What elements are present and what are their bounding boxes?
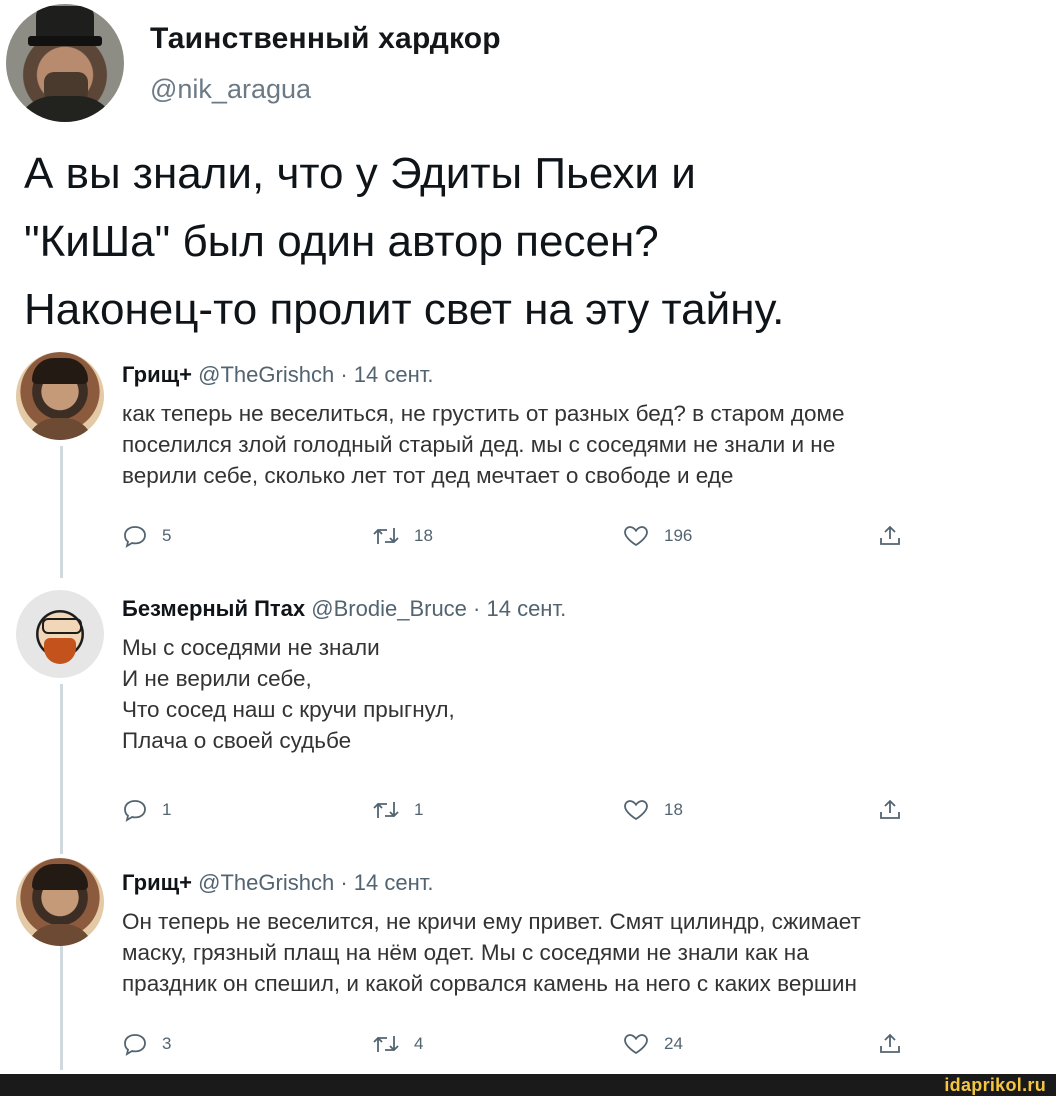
reply-actions: 5 18 196 <box>122 524 922 554</box>
reply-author-handle[interactable]: @Brodie_Bruce <box>311 596 467 621</box>
reply-count: 3 <box>162 1034 172 1053</box>
reply-avatar[interactable] <box>16 352 104 440</box>
reply-date[interactable]: · 14 сент. <box>340 870 433 895</box>
reply-author-handle[interactable]: @TheGrishch <box>198 362 334 387</box>
reply-header: Грищ+ @TheGrishch · 14 сент. <box>122 870 433 896</box>
reply-line: Мы с соседями не знали <box>122 635 380 660</box>
reply-avatar[interactable] <box>16 590 104 678</box>
reply-button[interactable]: 3 <box>122 1032 171 1056</box>
reply-header: Грищ+ @TheGrishch · 14 сент. <box>122 362 433 388</box>
retweet-button[interactable]: 18 <box>372 524 433 548</box>
site-watermark: idaprikol.ru <box>944 1075 1046 1095</box>
retweet-button[interactable]: 1 <box>372 798 423 822</box>
reply-line: И не верили себе, <box>122 666 312 691</box>
share-icon <box>880 799 900 819</box>
main-author-name[interactable]: Таинственный хардкор <box>150 22 501 56</box>
reply-text: Он теперь не веселится, не кричи ему при… <box>122 906 861 999</box>
reply-avatar[interactable] <box>16 858 104 946</box>
like-count: 24 <box>664 1034 683 1053</box>
reply-actions: 1 1 18 <box>122 798 922 828</box>
share-icon <box>880 1033 900 1053</box>
reply-line: маску, грязный плащ на нём одет. Мы с со… <box>122 940 809 965</box>
reply-line: Он теперь не веселится, не кричи ему при… <box>122 909 861 934</box>
reply-button[interactable]: 1 <box>122 798 171 822</box>
like-button[interactable]: 18 <box>622 798 683 822</box>
retweet-count: 1 <box>414 800 424 819</box>
retweet-count: 4 <box>414 1034 424 1053</box>
share-button[interactable] <box>878 1032 902 1056</box>
main-author-handle[interactable]: @nik_aragua <box>150 74 311 105</box>
main-tweet-text: А вы знали, что у Эдиты Пьехи и "КиШа" б… <box>24 140 1034 344</box>
retweet-icon <box>373 802 399 818</box>
reply-count: 5 <box>162 526 172 545</box>
reply-author-handle[interactable]: @TheGrishch <box>198 870 334 895</box>
share-icon <box>880 525 900 545</box>
reply-icon <box>124 1034 146 1056</box>
like-count: 196 <box>664 526 693 545</box>
retweet-count: 18 <box>414 526 433 545</box>
thread-line <box>60 446 63 578</box>
retweet-button[interactable]: 4 <box>372 1032 423 1056</box>
retweet-icon <box>373 528 399 544</box>
reply-actions: 3 4 24 <box>122 1032 922 1062</box>
reply-count: 1 <box>162 800 172 819</box>
reply-text: как теперь не веселиться, не грустить от… <box>122 398 845 491</box>
main-author-avatar[interactable] <box>6 4 124 122</box>
reply-icon <box>124 800 146 822</box>
reply-date[interactable]: · 14 сент. <box>340 362 433 387</box>
like-button[interactable]: 196 <box>622 524 692 548</box>
reply-text: Мы с соседями не знали И не верили себе,… <box>122 632 455 756</box>
reply-header: Безмерный Птах @Brodie_Bruce · 14 сент. <box>122 596 566 622</box>
retweet-icon <box>373 1036 399 1052</box>
reply-date[interactable]: · 14 сент. <box>473 596 566 621</box>
main-tweet-line: Наконец-то пролит свет на эту тайну. <box>24 285 785 334</box>
like-icon <box>624 1034 648 1055</box>
reply-line: поселился злой голодный старый дед. мы с… <box>122 432 836 457</box>
reply-line: верили себе, сколько лет тот дед мечтает… <box>122 463 734 488</box>
like-count: 18 <box>664 800 683 819</box>
main-tweet-line: "КиШа" был один автор песен? <box>24 217 659 266</box>
reply-author-name[interactable]: Грищ+ <box>122 870 192 895</box>
like-icon <box>624 800 648 821</box>
reply-author-name[interactable]: Грищ+ <box>122 362 192 387</box>
watermark-bar <box>0 1074 1056 1096</box>
thread-line <box>60 946 63 1070</box>
reply-icon <box>124 526 146 548</box>
share-button[interactable] <box>878 524 902 548</box>
reply-line: как теперь не веселиться, не грустить от… <box>122 401 845 426</box>
thread-line <box>60 684 63 854</box>
like-icon <box>624 526 648 547</box>
like-button[interactable]: 24 <box>622 1032 683 1056</box>
reply-author-name[interactable]: Безмерный Птах <box>122 596 305 621</box>
reply-line: праздник он спешил, и какой сорвался кам… <box>122 971 857 996</box>
reply-button[interactable]: 5 <box>122 524 171 548</box>
reply-line: Плача о своей судьбе <box>122 728 352 753</box>
reply-line: Что сосед наш с кручи прыгнул, <box>122 697 455 722</box>
main-tweet-line: А вы знали, что у Эдиты Пьехи и <box>24 149 696 198</box>
share-button[interactable] <box>878 798 902 822</box>
